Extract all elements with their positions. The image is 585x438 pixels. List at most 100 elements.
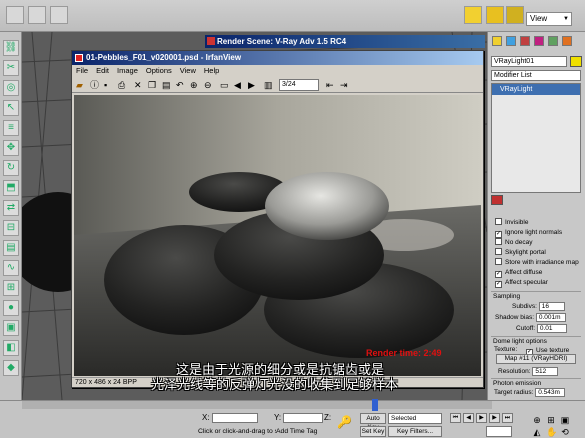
- auto-key-button[interactable]: Auto Key: [360, 413, 386, 431]
- option-affect-diffuse[interactable]: ✓ Affect diffuse: [495, 268, 542, 278]
- mirror-icon[interactable]: ⇄: [3, 200, 19, 216]
- checkbox[interactable]: [495, 248, 502, 255]
- pan-icon[interactable]: ✋: [546, 427, 557, 437]
- snap-toggle-icon[interactable]: [464, 6, 482, 24]
- select-link-icon[interactable]: [50, 6, 68, 24]
- y-coordinate-field[interactable]: [283, 413, 324, 423]
- align-icon[interactable]: ⊟: [3, 220, 19, 236]
- rotate-icon[interactable]: ↻: [3, 160, 19, 176]
- x-coordinate-field[interactable]: [211, 413, 258, 423]
- pin-stack-icon[interactable]: [491, 195, 503, 205]
- menu-options[interactable]: Options: [146, 65, 172, 77]
- fit-icon[interactable]: ▭: [220, 80, 229, 90]
- display-tab-icon[interactable]: [548, 36, 558, 46]
- zoom-icon[interactable]: ⊕: [532, 415, 542, 425]
- page-counter-field[interactable]: 3/24: [279, 79, 319, 91]
- key-mode-combo[interactable]: Selected: [388, 413, 442, 424]
- go-to-end-icon[interactable]: ⏭: [502, 413, 513, 423]
- next-icon[interactable]: ▶: [248, 80, 255, 90]
- menu-edit[interactable]: Edit: [96, 65, 109, 77]
- slideshow-icon[interactable]: ▥: [264, 80, 273, 90]
- info-icon[interactable]: ⓘ: [90, 80, 99, 90]
- option-ignore-light-normals[interactable]: ✓ Ignore light normals: [495, 228, 562, 238]
- menu-view[interactable]: View: [180, 65, 196, 77]
- render-frame-icon[interactable]: ◧: [3, 340, 19, 356]
- bind-icon[interactable]: ◎: [3, 80, 19, 96]
- option-no-decay[interactable]: No decay: [495, 238, 532, 248]
- cutoff-field[interactable]: 0.01: [536, 324, 567, 333]
- hierarchy-tab-icon[interactable]: [520, 36, 530, 46]
- checkbox[interactable]: [495, 258, 502, 265]
- redo-icon[interactable]: [28, 6, 46, 24]
- unlink-icon[interactable]: ✂: [3, 60, 19, 76]
- zoom-all-icon[interactable]: ⊞: [546, 415, 556, 425]
- checkbox[interactable]: [495, 218, 502, 225]
- subdivs-field[interactable]: 16: [538, 302, 565, 311]
- zoom-out-icon[interactable]: ⊖: [204, 80, 212, 90]
- time-slider-handle[interactable]: [372, 399, 378, 411]
- percent-snap-icon[interactable]: [506, 6, 524, 24]
- resolution-field[interactable]: 512: [532, 367, 559, 376]
- set-key-button[interactable]: Set Key: [360, 426, 386, 437]
- material-editor-icon[interactable]: ●: [3, 300, 19, 316]
- motion-tab-icon[interactable]: [534, 36, 544, 46]
- scale-icon[interactable]: ⬒: [3, 180, 19, 196]
- option-skylight-portal[interactable]: Skylight portal: [495, 248, 546, 258]
- render-setup-icon[interactable]: ▣: [3, 320, 19, 336]
- copy-icon[interactable]: ❐: [148, 80, 156, 90]
- checkbox[interactable]: [495, 238, 502, 245]
- orbit-icon[interactable]: ⟲: [560, 427, 570, 437]
- link-icon[interactable]: ⛓: [3, 40, 19, 56]
- next-frame-icon[interactable]: ▶: [489, 413, 500, 423]
- modify-tab-icon[interactable]: [506, 36, 516, 46]
- option-store-irradiance[interactable]: Store with irradiance map: [495, 258, 579, 268]
- target-radius-field[interactable]: 0.543m: [535, 388, 566, 397]
- angle-snap-icon[interactable]: [486, 6, 504, 24]
- menu-image[interactable]: Image: [117, 65, 138, 77]
- option-affect-specular[interactable]: ✓ Affect specular: [495, 278, 548, 288]
- rotate-left-icon[interactable]: ↶: [176, 80, 184, 90]
- object-name-field[interactable]: VRayLight01: [491, 56, 567, 67]
- checkbox[interactable]: ✓: [495, 231, 502, 238]
- play-icon[interactable]: ▶: [476, 413, 487, 423]
- last-page-icon[interactable]: ⇥: [340, 80, 348, 90]
- render-scene-titlebar[interactable]: Render Scene: V-Ray Adv 1.5 RC4: [205, 35, 485, 48]
- stack-item-vraylight[interactable]: VRayLight: [492, 84, 580, 95]
- modifier-list-combo[interactable]: Modifier List: [491, 70, 581, 81]
- layer-icon[interactable]: ▤: [3, 240, 19, 256]
- option-invisible[interactable]: Invisible: [495, 218, 528, 228]
- key-icon[interactable]: 🔑: [337, 415, 352, 429]
- utilities-tab-icon[interactable]: [562, 36, 572, 46]
- create-tab-icon[interactable]: [492, 36, 502, 46]
- select-icon[interactable]: ↖: [3, 100, 19, 116]
- add-time-tag-button[interactable]: Add Time Tag: [276, 427, 317, 437]
- move-icon[interactable]: ✥: [3, 140, 19, 156]
- zoom-extents-icon[interactable]: ▣: [560, 415, 570, 425]
- print-icon[interactable]: ⎙: [118, 80, 125, 90]
- curve-editor-icon[interactable]: ∿: [3, 260, 19, 276]
- menu-help[interactable]: Help: [204, 65, 219, 77]
- checkbox[interactable]: ✓: [495, 271, 502, 278]
- prev-icon[interactable]: ◀: [234, 80, 241, 90]
- texture-map-button[interactable]: Map #11 (VRayHDRI): [496, 354, 576, 364]
- delete-icon[interactable]: ✕: [134, 80, 142, 90]
- fov-icon[interactable]: ◭: [532, 427, 542, 437]
- current-frame-field[interactable]: [486, 426, 512, 437]
- paste-icon[interactable]: ▤: [162, 80, 171, 90]
- select-by-name-icon[interactable]: ≡: [3, 120, 19, 136]
- key-filters-button[interactable]: Key Filters...: [388, 426, 442, 437]
- quick-render-icon[interactable]: ◆: [3, 360, 19, 376]
- zoom-in-icon[interactable]: ⊕: [190, 80, 198, 90]
- prev-frame-icon[interactable]: ◀: [463, 413, 474, 423]
- timeline-track[interactable]: [22, 399, 492, 411]
- shadow-bias-field[interactable]: 0.001m: [535, 313, 566, 322]
- first-page-icon[interactable]: ⇤: [326, 80, 334, 90]
- undo-icon[interactable]: [6, 6, 24, 24]
- menu-file[interactable]: File: [76, 65, 88, 77]
- reference-coordinate-combo[interactable]: View ▼: [526, 12, 572, 26]
- irfanview-titlebar[interactable]: 01-Pebbles_F01_v020001.psd - IrfanView: [72, 51, 483, 65]
- go-to-start-icon[interactable]: ⏮: [450, 413, 461, 423]
- checkbox[interactable]: ✓: [495, 281, 502, 288]
- open-icon[interactable]: ▰: [76, 80, 83, 90]
- object-color-swatch[interactable]: [570, 56, 582, 67]
